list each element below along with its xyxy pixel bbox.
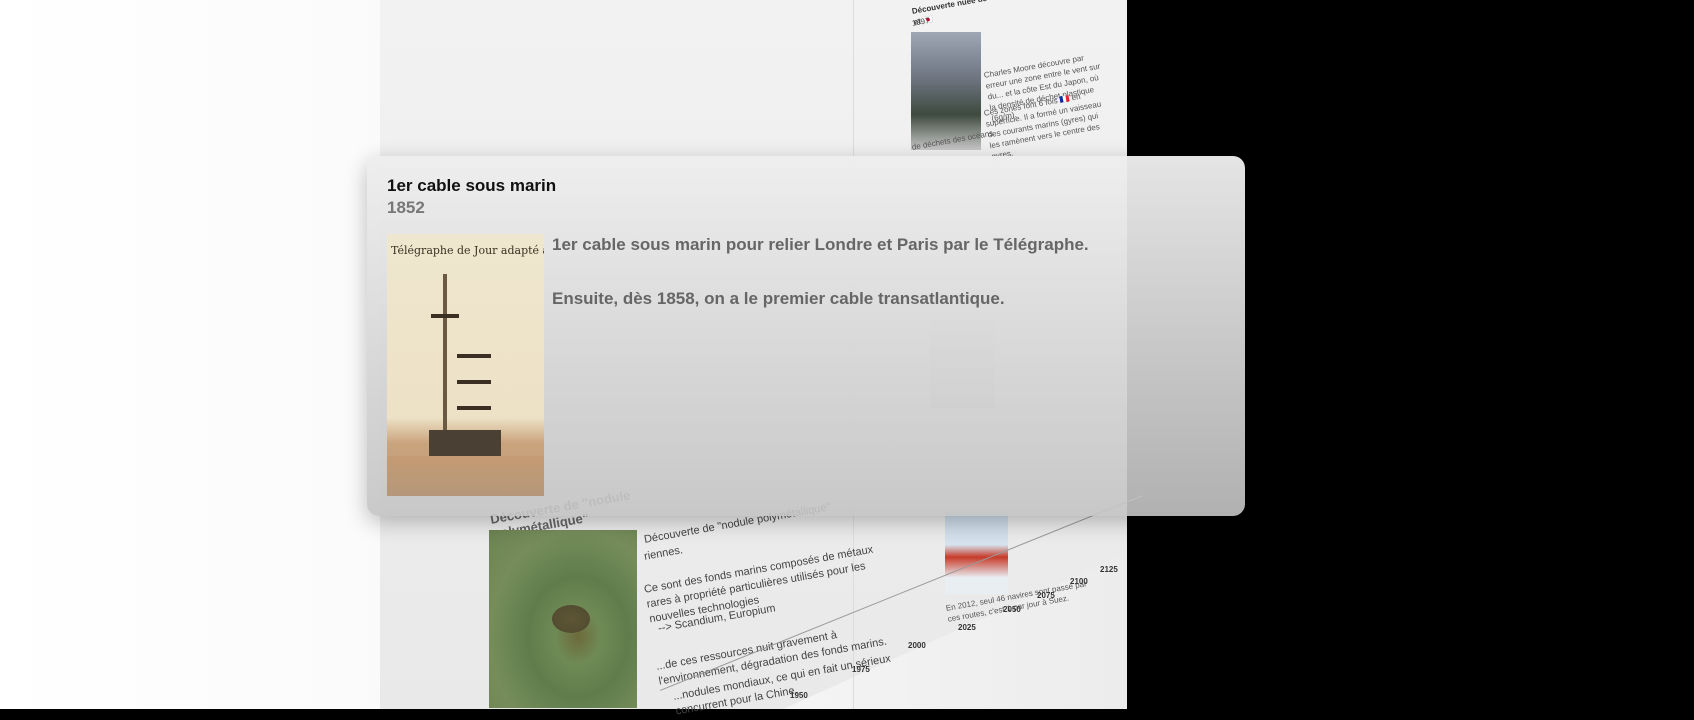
- nodule-blob: [552, 605, 590, 633]
- axis-tick: 1950: [790, 691, 808, 700]
- popup-title: 1er cable sous marin: [387, 176, 557, 195]
- axis-tick: 2125: [1100, 565, 1118, 574]
- telegraph-arm: [457, 380, 491, 384]
- telegraph-mast: [443, 274, 447, 452]
- telegraph-arm: [431, 314, 459, 318]
- popup-image-caption: Télégraphe de Jour adapté à un mât: [391, 244, 544, 257]
- telegraph-ground: [387, 456, 544, 496]
- axis-tick: 2000: [908, 641, 926, 650]
- telegraph-arm: [457, 354, 491, 358]
- axis-tick: 1975: [852, 665, 870, 674]
- telegraph-arm: [457, 406, 491, 410]
- event-detail-popup[interactable]: 1er cable sous marin 1852 Télégraphe de …: [367, 156, 1245, 516]
- axis-tick: 2075: [1037, 591, 1055, 600]
- popup-year: 1852: [387, 198, 425, 217]
- telegraph-house: [429, 430, 501, 456]
- axis-tick: 2025: [958, 623, 976, 632]
- popup-description: 1er cable sous marin pour relier Londre …: [552, 235, 1089, 254]
- popup-description-2: Ensuite, dès 1858, on a le premier cable…: [552, 289, 1005, 308]
- popup-image[interactable]: Télégraphe de Jour adapté à un mât: [387, 234, 544, 496]
- axis-tick: 2050: [1003, 605, 1021, 614]
- axis-tick: 2100: [1070, 577, 1088, 586]
